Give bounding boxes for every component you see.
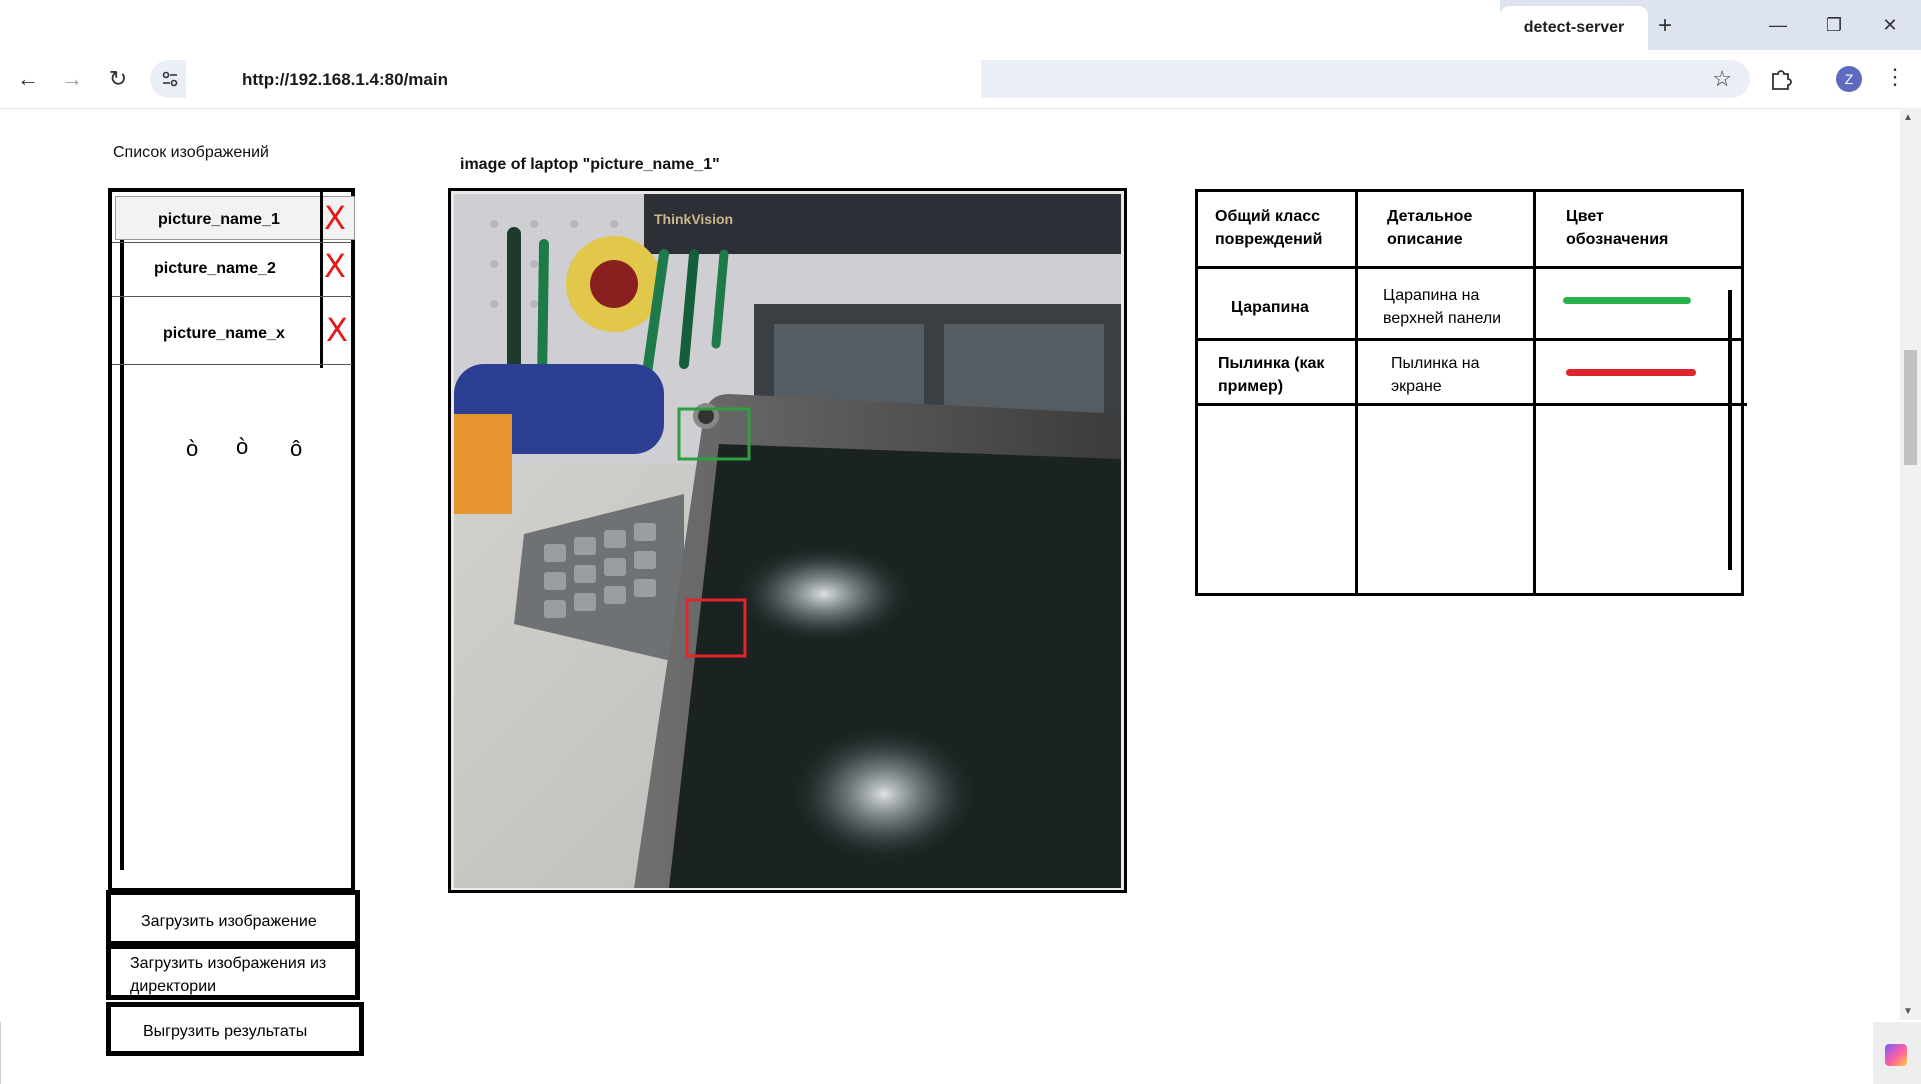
upload-directory-button[interactable]: Загрузить изображения из директории (106, 944, 360, 1000)
loading-indicator-dot: ò (186, 436, 199, 461)
image-list-panel (108, 188, 355, 892)
table-column-divider (1533, 189, 1536, 596)
list-item-picture-name-2[interactable]: picture_name_2 (154, 260, 276, 278)
reload-icon[interactable]: ↻ (102, 63, 134, 95)
new-tab-button[interactable]: + (1650, 12, 1680, 40)
list-divider (112, 242, 352, 243)
export-results-button-label: Выгрузить результаты (143, 1023, 308, 1040)
table-cell-description: Царапина на верхней панели (1383, 287, 1502, 327)
delete-column-divider (320, 188, 323, 368)
tab-strip: detect-server + — ❐ ✕ (0, 0, 1921, 50)
close-window-button[interactable]: ✕ (1870, 12, 1910, 38)
upload-image-button[interactable]: Загрузить изображение (106, 890, 360, 946)
table-cell-color-red-swatch (1566, 369, 1696, 376)
restore-button[interactable]: ❐ (1814, 12, 1854, 38)
upload-image-button-label: Загрузить изображение (141, 913, 317, 930)
upload-directory-button-label: Загрузить изображения из директории (130, 955, 327, 995)
table-row-divider (1195, 338, 1744, 341)
list-divider (112, 296, 352, 297)
image-list-title: Список изображений (113, 144, 269, 161)
profile-avatar[interactable]: Z (1836, 66, 1862, 92)
loading-indicator-dot: ô (290, 436, 303, 461)
tab-detect-server[interactable]: detect-server (1500, 6, 1648, 50)
url-text: http://192.168.1.4:80/main (242, 70, 448, 89)
table-header-color: Цвет обозначения (1566, 208, 1669, 248)
loading-indicator-dot: ò (236, 434, 249, 459)
scrollbar-thumb[interactable] (1904, 350, 1917, 465)
scroll-up-arrow-icon[interactable]: ▲ (1903, 112, 1913, 123)
export-results-button[interactable]: Выгрузить результаты (106, 1002, 364, 1056)
list-item-picture-name-1[interactable]: picture_name_1 (158, 211, 280, 229)
laptop-photo: ThinkVision (454, 194, 1121, 888)
delete-picture-name-1-icon[interactable]: X (324, 202, 346, 234)
url-field[interactable]: http://192.168.1.4:80/main (186, 60, 981, 98)
bookmark-star-icon[interactable]: ☆ (1712, 66, 1732, 92)
image-viewer[interactable]: ThinkVision (448, 188, 1127, 893)
scroll-down-arrow-icon[interactable]: ▼ (1903, 1006, 1913, 1017)
browser-menu-icon[interactable]: ⋮ (1884, 64, 1906, 90)
thinkvision-logo: ThinkVision (654, 211, 733, 227)
forward-icon[interactable]: → (56, 63, 88, 95)
address-bar[interactable]: http://192.168.1.4:80/main ☆ (150, 60, 1750, 98)
table-cell-color-green-swatch (1563, 297, 1691, 304)
copilot-corner-badge[interactable] (1873, 1022, 1921, 1084)
table-cell-class: Пылинка (как пример) (1218, 355, 1325, 395)
list-divider (112, 364, 352, 365)
tab-title: detect-server (1523, 19, 1625, 36)
window-edge (0, 1022, 1, 1084)
list-scroll-rail[interactable] (120, 210, 124, 870)
copilot-icon (1885, 1044, 1907, 1066)
list-item-picture-name-x[interactable]: picture_name_x (163, 325, 285, 343)
table-header-class: Общий класс повреждений (1215, 208, 1323, 248)
table-row-divider (1195, 266, 1744, 269)
table-cell-class: Царапина (1231, 299, 1309, 316)
image-title: image of laptop "picture_name_1" (460, 156, 720, 173)
tab-strip-empty-area (0, 0, 1500, 50)
extensions-puzzle-icon[interactable] (1768, 66, 1794, 92)
delete-picture-name-2-icon[interactable]: X (324, 250, 346, 282)
table-cell-description: Пылинка на экране (1391, 355, 1480, 395)
table-scroll-rail[interactable] (1728, 290, 1732, 570)
page-scrollbar[interactable] (1900, 108, 1921, 1020)
table-header-description: Детальное описание (1387, 208, 1473, 248)
back-icon[interactable]: ← (12, 63, 44, 95)
browser-toolbar: ← → ↻ http://192.168.1.4:80/main ☆ Z ⋮ (0, 50, 1921, 109)
delete-picture-name-x-icon[interactable]: X (326, 314, 348, 346)
minimize-button[interactable]: — (1758, 12, 1798, 38)
site-settings-icon[interactable] (158, 67, 182, 91)
table-row-divider (1195, 403, 1747, 406)
